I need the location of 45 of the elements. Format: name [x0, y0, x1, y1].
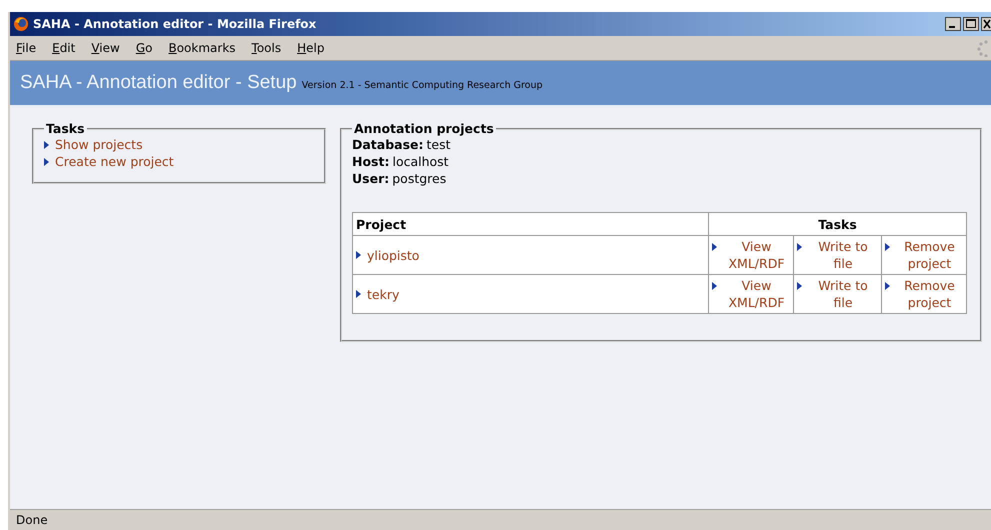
task-link[interactable]: Create new project [55, 153, 174, 170]
maximize-icon[interactable] [963, 17, 979, 31]
panel-legend: Annotation projects [352, 121, 496, 136]
info-label: Host: [352, 154, 390, 169]
menu-item[interactable]: Go [136, 41, 152, 55]
action-link[interactable]: Remove project [896, 277, 963, 311]
project-link[interactable]: tekry [367, 286, 400, 302]
minimize-icon[interactable] [945, 17, 961, 31]
bullet-icon [712, 243, 717, 251]
menu-item[interactable]: Edit [52, 41, 76, 55]
window-title: SAHA - Annotation editor - Mozilla Firefox [33, 17, 316, 31]
bullet-icon [44, 140, 49, 148]
action-link[interactable]: View XML/RDF [723, 277, 790, 311]
info-value: localhost [392, 154, 449, 169]
menu-item[interactable]: View [91, 41, 120, 55]
bullet-icon [712, 282, 717, 290]
column-header: Project [352, 212, 708, 236]
close-icon[interactable] [981, 17, 991, 31]
page-title: SAHA - Annotation editor - Setup [20, 72, 297, 94]
task-link[interactable]: Show projects [55, 136, 143, 153]
menu-item[interactable]: File [16, 41, 36, 55]
bullet-icon [356, 290, 361, 298]
bullet-icon [44, 158, 49, 166]
status-text: Done [16, 513, 48, 527]
browser-logo-icon [13, 16, 29, 32]
bullet-icon [797, 243, 802, 251]
menu-item[interactable]: Bookmarks [168, 41, 236, 55]
menu-item[interactable]: Tools [252, 41, 282, 55]
menu-item[interactable]: Help [297, 41, 324, 55]
project-link[interactable]: yliopisto [367, 246, 420, 264]
version-text: Version 2.1 - Semantic Computing Research Group [302, 80, 543, 91]
info-value: test [426, 137, 451, 152]
action-link[interactable]: View XML/RDF [723, 238, 790, 272]
bullet-icon [885, 282, 890, 290]
info-label: Database: [352, 137, 424, 152]
bullet-icon [885, 243, 890, 251]
panel-legend: Tasks [44, 121, 87, 136]
info-label: User: [352, 171, 390, 186]
bullet-icon [797, 282, 802, 290]
action-link[interactable]: Remove project [896, 238, 963, 272]
action-link[interactable]: Write to file [808, 277, 878, 311]
info-value: postgres [392, 171, 446, 186]
action-link[interactable]: Write to file [808, 238, 878, 272]
bullet-icon [356, 251, 361, 259]
column-header: Tasks [708, 212, 966, 236]
